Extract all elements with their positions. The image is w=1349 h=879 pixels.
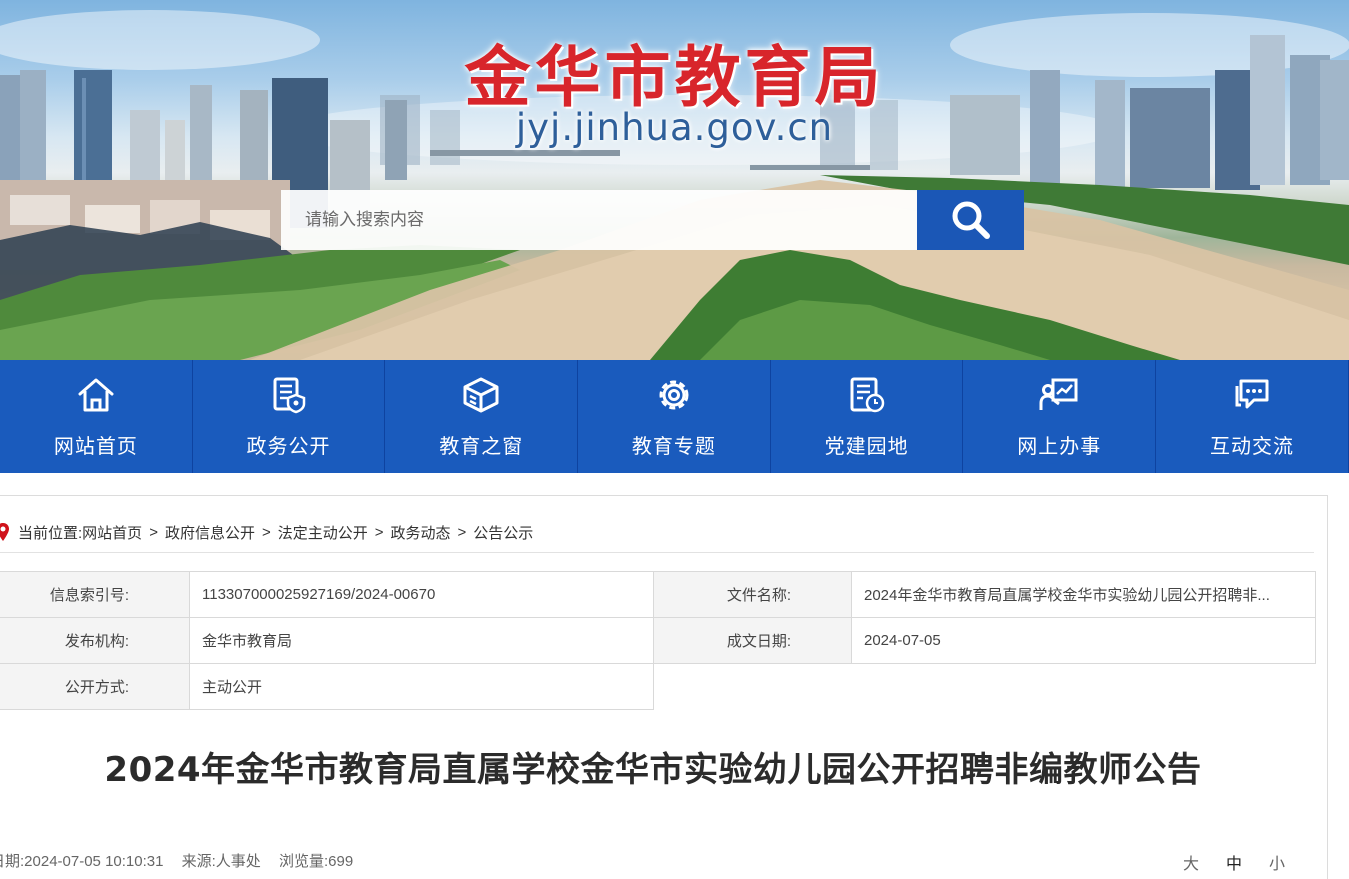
nav-item-government-affairs[interactable]: 政务公开: [193, 360, 386, 473]
empty-cell: [852, 664, 1316, 710]
nav-item-label: 党建园地: [824, 436, 909, 458]
document-clock-icon: [847, 376, 887, 414]
breadcrumb-statutory[interactable]: 法定主动公开: [278, 522, 368, 543]
nav-item-party-building[interactable]: 党建园地: [771, 360, 964, 473]
presenter-chart-icon: [1039, 376, 1079, 414]
table-row: 公开方式: 主动公开: [0, 663, 1316, 710]
publisher-value: 金华市教育局: [189, 617, 654, 664]
nav-item-label: 互动交流: [1209, 436, 1294, 458]
nav-item-label: 网上办事: [1017, 436, 1102, 458]
filename-value: 2024年金华市教育局直属学校金华市实验幼儿园公开招聘非...: [851, 571, 1316, 618]
nav-item-home[interactable]: 网站首页: [0, 360, 193, 473]
info-table: 信息索引号: 113307000025927169/2024-00670 文件名…: [0, 571, 1316, 710]
document-shield-icon: [269, 376, 309, 414]
index-label: 信息索引号:: [0, 571, 190, 618]
nav-item-interaction[interactable]: 互动交流: [1156, 360, 1349, 473]
article-meta: 日期:2024-07-05 10:10:31 来源:人事处 浏览量:699: [0, 850, 367, 871]
empty-cell: [654, 664, 852, 710]
breadcrumb-separator: >: [261, 523, 271, 541]
chat-icon: [1232, 376, 1272, 414]
article-source: 来源:人事处: [181, 853, 261, 870]
nav-item-label: 教育之窗: [439, 436, 524, 458]
table-row: 信息索引号: 113307000025927169/2024-00670 文件名…: [0, 571, 1316, 618]
method-value: 主动公开: [189, 663, 654, 710]
breadcrumb: 当前位置: 网站首页 > 政府信息公开 > 法定主动公开 > 政务动态 > 公告…: [0, 521, 533, 543]
index-value: 113307000025927169/2024-00670: [189, 571, 654, 618]
home-icon: [76, 376, 116, 414]
breadcrumb-gov-info[interactable]: 政府信息公开: [165, 522, 255, 543]
breadcrumb-separator: >: [149, 523, 158, 541]
article-title: 2024年金华市教育局直属学校金华市实验幼儿园公开招聘非编教师公告: [104, 750, 1202, 790]
view-count: 浏览量:699: [278, 853, 354, 870]
gear-icon: [654, 376, 694, 414]
font-size-switcher: 大 中 小: [1183, 850, 1285, 874]
nav-item-label: 网站首页: [53, 436, 138, 458]
breadcrumb-separator: >: [457, 523, 467, 541]
font-size-large-button[interactable]: 大: [1183, 850, 1199, 874]
breadcrumb-announcements[interactable]: 公告公示: [473, 522, 533, 543]
nav-item-online-services[interactable]: 网上办事: [963, 360, 1157, 473]
method-label: 公开方式:: [0, 663, 190, 710]
search-icon: [952, 201, 990, 239]
breadcrumb-prefix: 当前位置:: [18, 524, 83, 542]
search-input[interactable]: [281, 190, 917, 250]
cube-icon: [461, 376, 501, 414]
breadcrumb-separator: >: [374, 523, 384, 541]
breadcrumb-home[interactable]: 网站首页: [82, 522, 142, 543]
nav-item-education-topics[interactable]: 教育专题: [578, 360, 771, 473]
breadcrumb-gov-news[interactable]: 政务动态: [391, 522, 451, 543]
nav-item-label: 教育专题: [631, 436, 716, 458]
date-value: 2024-07-05: [851, 617, 1316, 664]
table-row: 发布机构: 金华市教育局 成文日期: 2024-07-05: [0, 617, 1316, 664]
nav-item-education-window[interactable]: 教育之窗: [385, 360, 579, 473]
search-button[interactable]: [917, 190, 1024, 250]
location-pin-icon: [0, 522, 10, 542]
filename-label: 文件名称:: [653, 571, 852, 618]
divider: [0, 552, 1314, 553]
site-domain: jyj.jinhua.gov.cn: [515, 106, 834, 149]
font-size-small-button[interactable]: 小: [1269, 850, 1285, 874]
main-nav: 网站首页 政务公开 教育之窗 教育专题 党建园地 网上办事 互动交流: [0, 360, 1349, 473]
publish-date: 日期:2024-07-05 10:10:31: [0, 853, 164, 870]
font-size-medium-button[interactable]: 中: [1226, 850, 1242, 874]
header-banner: 金华市教育局 jyj.jinhua.gov.cn: [0, 0, 1349, 360]
publisher-label: 发布机构:: [0, 617, 190, 664]
nav-item-label: 政务公开: [246, 436, 331, 458]
date-label: 成文日期:: [653, 617, 852, 664]
